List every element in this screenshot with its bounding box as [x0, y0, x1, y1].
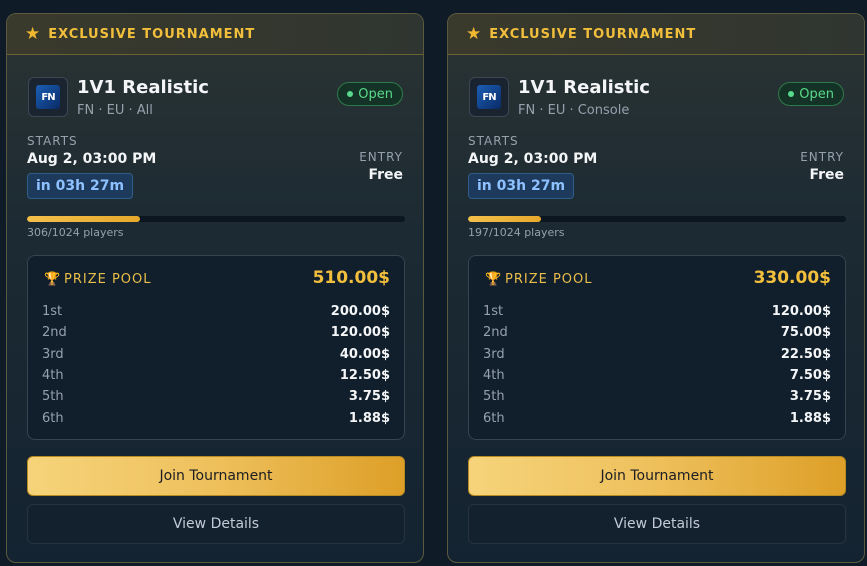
- prize-row: 3rd 40.00$: [42, 344, 390, 364]
- prize-amount: 22.50$: [780, 346, 831, 362]
- trophy-icon: 🏆: [44, 272, 61, 287]
- starts-label: STARTS: [468, 134, 519, 148]
- prize-amount: 12.50$: [339, 367, 390, 383]
- banner-label: EXCLUSIVE TOURNAMENT: [489, 26, 697, 42]
- prize-pool-label: PRIZE POOL: [505, 272, 593, 287]
- status-label: Open: [799, 86, 834, 102]
- prize-place: 2nd: [42, 324, 67, 340]
- prize-row: 1st 120.00$: [483, 301, 831, 321]
- prize-pool-panel: 🏆 PRIZE POOL 330.00$ 1st 120.00$ 2nd 75.00…: [468, 255, 846, 440]
- fn-logo-icon: FN: [477, 85, 501, 109]
- prize-amount: 3.75$: [348, 388, 390, 404]
- entry-value: Free: [809, 167, 844, 183]
- starts-label: STARTS: [27, 134, 78, 148]
- prize-row: 4th 7.50$: [483, 365, 831, 385]
- status-dot-icon: [347, 91, 354, 97]
- prize-place: 1st: [483, 303, 504, 319]
- status-badge: Open: [337, 82, 403, 106]
- card-banner: ★ EXCLUSIVE TOURNAMENT: [448, 14, 864, 55]
- status-label: Open: [358, 86, 393, 102]
- status-badge: Open: [778, 82, 844, 106]
- fn-logo-icon: FN: [36, 85, 60, 109]
- join-tournament-button[interactable]: Join Tournament: [468, 456, 846, 496]
- prize-row: 2nd 75.00$: [483, 322, 831, 342]
- star-icon: ★: [25, 23, 41, 44]
- join-tournament-button[interactable]: Join Tournament: [27, 456, 405, 496]
- tournament-subtitle: FN · EU · Console: [518, 103, 630, 118]
- prize-pool-total: 330.00$: [753, 268, 831, 288]
- prize-row: 4th 12.50$: [42, 365, 390, 385]
- prize-place: 5th: [42, 388, 64, 404]
- prize-row: 1st 200.00$: [42, 301, 390, 321]
- prize-row: 2nd 120.00$: [42, 322, 390, 342]
- view-details-button[interactable]: View Details: [468, 504, 846, 544]
- status-dot-icon: [788, 91, 795, 97]
- prize-amount: 200.00$: [330, 303, 390, 319]
- game-logo: FN: [28, 77, 68, 117]
- trophy-icon: 🏆: [485, 272, 502, 287]
- players-count: 306/1024 players: [27, 226, 124, 239]
- prize-pool-total: 510.00$: [312, 268, 390, 288]
- prize-pool-panel: 🏆 PRIZE POOL 510.00$ 1st 200.00$ 2nd 120.0…: [27, 255, 405, 440]
- starts-value: Aug 2, 03:00 PM: [27, 151, 157, 167]
- prize-amount: 1.88$: [789, 410, 831, 426]
- prize-row: 5th 3.75$: [483, 386, 831, 406]
- prize-place: 3rd: [42, 346, 64, 362]
- prize-place: 1st: [42, 303, 63, 319]
- prize-amount: 7.50$: [789, 367, 831, 383]
- banner-label: EXCLUSIVE TOURNAMENT: [48, 26, 256, 42]
- tournament-card: ★ EXCLUSIVE TOURNAMENT FN 1V1 Realistic …: [447, 13, 865, 563]
- prize-place: 3rd: [483, 346, 505, 362]
- star-icon: ★: [466, 23, 482, 44]
- prize-amount: 120.00$: [771, 303, 831, 319]
- players-progress-bar: [468, 216, 846, 222]
- prize-row: 5th 3.75$: [42, 386, 390, 406]
- prize-row: 6th 1.88$: [483, 408, 831, 428]
- prize-amount: 120.00$: [330, 324, 390, 340]
- prize-amount: 75.00$: [780, 324, 831, 340]
- prize-amount: 40.00$: [339, 346, 390, 362]
- prize-row: 3rd 22.50$: [483, 344, 831, 364]
- players-progress-fill: [468, 216, 541, 222]
- game-logo: FN: [469, 77, 509, 117]
- prize-place: 6th: [42, 410, 64, 426]
- players-progress-bar: [27, 216, 405, 222]
- tournament-title: 1V1 Realistic: [77, 77, 209, 98]
- countdown-badge: in 03h 27m: [27, 173, 134, 199]
- countdown-badge: in 03h 27m: [468, 173, 575, 199]
- prize-amount: 1.88$: [348, 410, 390, 426]
- prize-row: 6th 1.88$: [42, 408, 390, 428]
- prize-place: 6th: [483, 410, 505, 426]
- prize-amount: 3.75$: [789, 388, 831, 404]
- prize-place: 2nd: [483, 324, 508, 340]
- tournament-card: ★ EXCLUSIVE TOURNAMENT FN 1V1 Realistic …: [6, 13, 424, 563]
- card-banner: ★ EXCLUSIVE TOURNAMENT: [7, 14, 423, 55]
- tournament-title: 1V1 Realistic: [518, 77, 650, 98]
- prize-pool-label: PRIZE POOL: [64, 272, 152, 287]
- entry-value: Free: [368, 167, 403, 183]
- prize-place: 5th: [483, 388, 505, 404]
- starts-value: Aug 2, 03:00 PM: [468, 151, 598, 167]
- entry-label: ENTRY: [359, 150, 403, 164]
- tournament-subtitle: FN · EU · All: [77, 103, 153, 118]
- players-progress-fill: [27, 216, 141, 222]
- prize-place: 4th: [483, 367, 505, 383]
- entry-label: ENTRY: [800, 150, 844, 164]
- prize-place: 4th: [42, 367, 64, 383]
- view-details-button[interactable]: View Details: [27, 504, 405, 544]
- players-count: 197/1024 players: [468, 226, 565, 239]
